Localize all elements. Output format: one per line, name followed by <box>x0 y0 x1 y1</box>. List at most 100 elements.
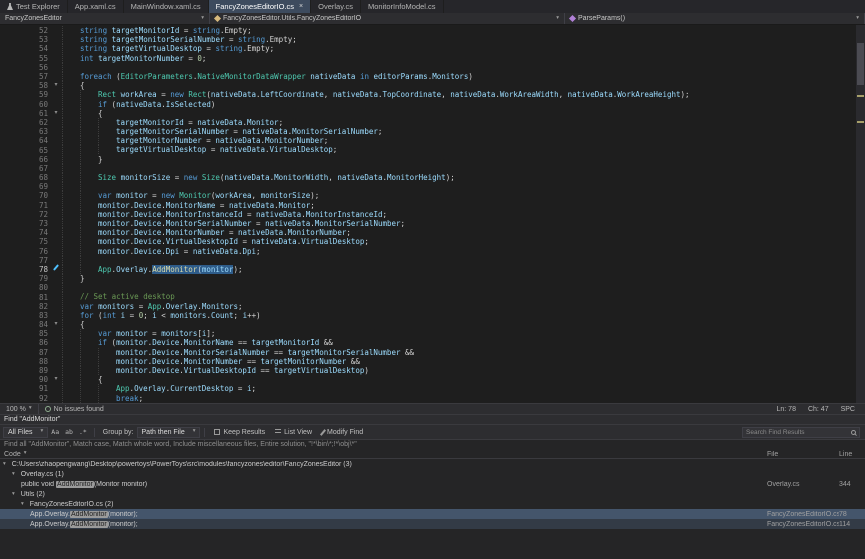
code-editor[interactable]: 52string targetMonitorId = string.Empty;… <box>0 25 865 403</box>
code-line-73[interactable]: 73monitor.Device.MonitorSerialNumber = n… <box>0 219 865 228</box>
search-find-results-box[interactable] <box>742 427 860 438</box>
search-find-results-input[interactable] <box>746 429 849 436</box>
column-line[interactable]: Line <box>839 451 865 458</box>
code-text <box>62 182 865 191</box>
code-line-89[interactable]: 89monitor.Device.VirtualDesktopId == tar… <box>0 366 865 375</box>
code-line-77[interactable]: 77 <box>0 256 865 265</box>
result-group-row[interactable]: ▾C:\Users\zhaopengwang\Desktop\powertoys… <box>0 459 865 469</box>
code-line-53[interactable]: 53string targetMonitorSerialNumber = str… <box>0 35 865 44</box>
group-by-dropdown[interactable]: Path then File ▾ <box>137 427 201 438</box>
code-line-54[interactable]: 54string targetVirtualDesktop = string.E… <box>0 44 865 53</box>
code-text: // Set active desktop <box>62 292 865 301</box>
fold-chevron-icon[interactable]: ▾ <box>50 320 62 329</box>
result-row[interactable]: App.Overlay.AddMonitor(monitor);FancyZon… <box>0 519 865 529</box>
match-whole-word-icon[interactable]: ab <box>62 428 76 436</box>
result-group-row[interactable]: ▾Utils (2) <box>0 489 865 499</box>
column-code[interactable]: Code ▾ <box>0 451 767 458</box>
code-line-88[interactable]: 88monitor.Device.MonitorNumber == target… <box>0 357 865 366</box>
list-view-button[interactable]: List View <box>270 429 317 436</box>
code-line-68[interactable]: 68Size monitorSize = new Size(nativeData… <box>0 173 865 182</box>
result-group-row[interactable]: ▾FancyZonesEditorIO.cs (2) <box>0 499 865 509</box>
tab-app-xaml-cs[interactable]: App.xaml.cs <box>68 0 124 13</box>
code-line-52[interactable]: 52string targetMonitorId = string.Empty; <box>0 26 865 35</box>
code-line-90[interactable]: 90▾{ <box>0 375 865 384</box>
code-line-66[interactable]: 66} <box>0 155 865 164</box>
expander-chevron-icon[interactable]: ▾ <box>21 501 24 507</box>
expander-chevron-icon[interactable]: ▾ <box>12 491 15 497</box>
code-line-78[interactable]: 78App.Overlay.AddMonitor(monitor); <box>0 265 865 274</box>
match-case-icon[interactable]: Aa <box>48 428 62 436</box>
code-line-83[interactable]: 83for (int i = 0; i < monitors.Count; i+… <box>0 311 865 320</box>
code-line-55[interactable]: 55int targetMonitorNumber = 0; <box>0 54 865 63</box>
code-line-57[interactable]: 57foreach (EditorParameters.NativeMonito… <box>0 72 865 81</box>
code-line-71[interactable]: 71monitor.Device.MonitorName = nativeDat… <box>0 201 865 210</box>
column-file[interactable]: File <box>767 451 839 458</box>
code-line-65[interactable]: 65targetVirtualDesktop = nativeData.Virt… <box>0 145 865 154</box>
result-row[interactable]: public void AddMonitor(Monitor monitor)O… <box>0 479 865 489</box>
member-dropdown[interactable]: ParseParams() ▾ <box>565 13 865 24</box>
scrollbar-thumb[interactable] <box>857 43 864 85</box>
vertical-scrollbar[interactable] <box>856 25 865 403</box>
tab-label: MainWindow.xaml.cs <box>131 2 201 11</box>
code-line-80[interactable]: 80 <box>0 283 865 292</box>
code-text: monitor.Device.MonitorNumber == targetMo… <box>62 357 865 366</box>
code-line-74[interactable]: 74monitor.Device.MonitorNumber = nativeD… <box>0 228 865 237</box>
code-line-67[interactable]: 67 <box>0 164 865 173</box>
result-group-row[interactable]: ▾Overlay.cs (1) <box>0 469 865 479</box>
tab-fancyzoneseditorio-cs[interactable]: FancyZonesEditorIO.cs× <box>209 0 311 13</box>
expander-chevron-icon[interactable]: ▾ <box>3 461 6 467</box>
document-health-indicator[interactable]: No issues found <box>39 406 110 413</box>
line-number: 60 <box>0 100 50 109</box>
code-line-79[interactable]: 79} <box>0 274 865 283</box>
result-text: ▾Utils (2) <box>0 491 767 498</box>
code-line-84[interactable]: 84▾{ <box>0 320 865 329</box>
code-line-70[interactable]: 70var monitor = new Monitor(workArea, mo… <box>0 191 865 200</box>
code-line-61[interactable]: 61▾{ <box>0 109 865 118</box>
code-line-87[interactable]: 87monitor.Device.MonitorSerialNumber == … <box>0 348 865 357</box>
code-line-76[interactable]: 76monitor.Device.Dpi = nativeData.Dpi; <box>0 247 865 256</box>
line-indicator[interactable]: Ln: 78 <box>777 406 796 413</box>
tab-overlay-cs[interactable]: Overlay.cs <box>311 0 361 13</box>
scope-dropdown[interactable]: All Files ▾ <box>3 427 48 438</box>
tab-test-explorer[interactable]: Test Explorer <box>0 0 68 13</box>
line-number: 83 <box>0 311 50 320</box>
column-indicator[interactable]: Ch: 47 <box>808 406 829 413</box>
code-line-72[interactable]: 72monitor.Device.MonitorInstanceId = nat… <box>0 210 865 219</box>
code-line-91[interactable]: 91App.Overlay.CurrentDesktop = i; <box>0 384 865 393</box>
code-line-75[interactable]: 75monitor.Device.VirtualDesktopId = nati… <box>0 237 865 246</box>
code-line-85[interactable]: 85var monitor = monitors[i]; <box>0 329 865 338</box>
code-line-69[interactable]: 69 <box>0 182 865 191</box>
project-dropdown[interactable]: FancyZonesEditor ▾ <box>0 13 210 24</box>
code-line-63[interactable]: 63targetMonitorSerialNumber = nativeData… <box>0 127 865 136</box>
code-line-56[interactable]: 56 <box>0 63 865 72</box>
tab-mainwindow-xaml-cs[interactable]: MainWindow.xaml.cs <box>124 0 209 13</box>
code-text: Rect workArea = new Rect(nativeData.Left… <box>62 90 865 99</box>
code-line-82[interactable]: 82var monitors = App.Overlay.Monitors; <box>0 302 865 311</box>
code-line-60[interactable]: 60if (nativeData.IsSelected) <box>0 100 865 109</box>
code-text: { <box>62 109 865 118</box>
regex-icon[interactable]: .* <box>76 428 90 436</box>
code-text: foreach (EditorParameters.NativeMonitorD… <box>62 72 865 81</box>
tab-monitorinfomodel-cs[interactable]: MonitorInfoModel.cs <box>361 0 444 13</box>
code-line-58[interactable]: 58▾{ <box>0 81 865 90</box>
code-line-92[interactable]: 92break; <box>0 394 865 403</box>
keep-results-toggle[interactable]: Keep Results <box>209 429 270 436</box>
code-line-81[interactable]: 81// Set active desktop <box>0 292 865 301</box>
fold-chevron-icon[interactable]: ▾ <box>50 375 62 384</box>
find-results-title: Find "AddMonitor" <box>0 415 865 424</box>
result-row[interactable]: App.Overlay.AddMonitor(monitor);FancyZon… <box>0 509 865 519</box>
list-view-icon <box>275 429 281 435</box>
project-name: FancyZonesEditor <box>5 15 62 22</box>
type-dropdown[interactable]: FancyZonesEditor.Utils.FancyZonesEditorI… <box>210 13 565 24</box>
zoom-dropdown[interactable]: 100 % ▾ <box>0 404 39 414</box>
expander-chevron-icon[interactable]: ▾ <box>12 471 15 477</box>
close-icon[interactable]: × <box>299 3 303 10</box>
whitespace-indicator[interactable]: SPC <box>841 406 855 413</box>
fold-chevron-icon[interactable]: ▾ <box>50 81 62 90</box>
modify-find-button[interactable]: Modify Find <box>317 429 368 436</box>
code-line-86[interactable]: 86if (monitor.Device.MonitorName == targ… <box>0 338 865 347</box>
code-line-64[interactable]: 64targetMonitorNumber = nativeData.Monit… <box>0 136 865 145</box>
fold-chevron-icon[interactable]: ▾ <box>50 109 62 118</box>
code-line-62[interactable]: 62targetMonitorId = nativeData.Monitor; <box>0 118 865 127</box>
code-line-59[interactable]: 59Rect workArea = new Rect(nativeData.Le… <box>0 90 865 99</box>
